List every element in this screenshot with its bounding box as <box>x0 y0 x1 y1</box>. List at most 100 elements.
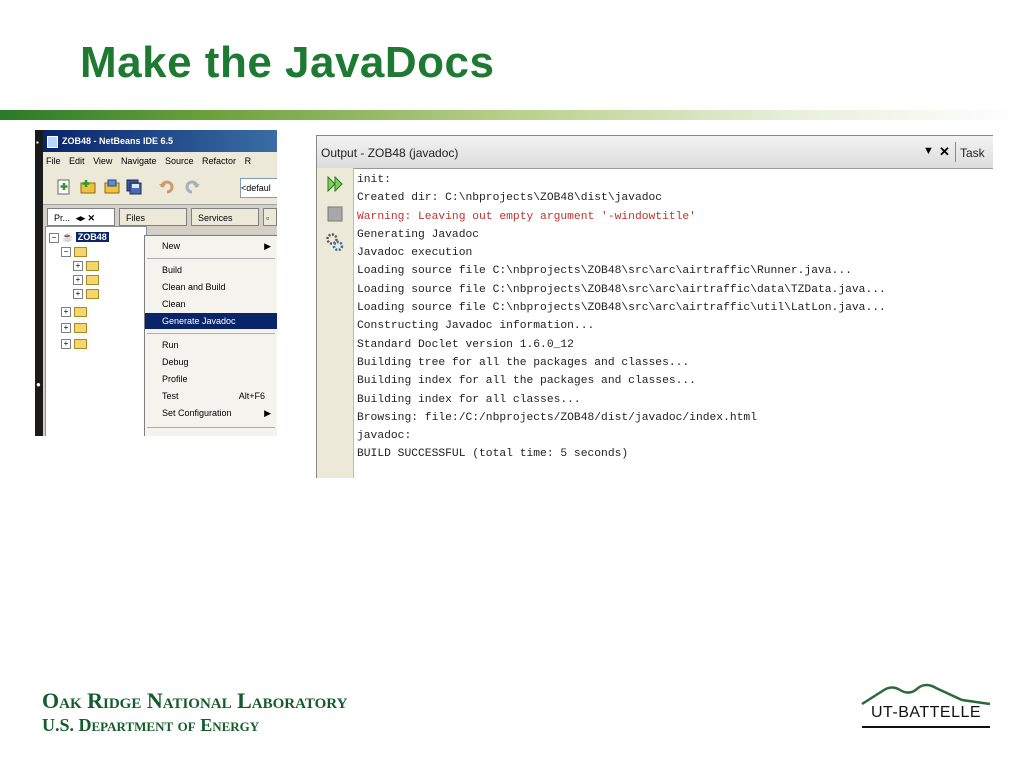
menu-item-debug[interactable]: Debug <box>145 354 277 370</box>
logo-underline <box>862 726 990 728</box>
log-line: javadoc: <box>357 430 412 443</box>
netbeans-app-icon <box>47 135 58 148</box>
expand-icon[interactable]: + <box>61 306 71 317</box>
tree-row[interactable]: + <box>61 336 87 350</box>
menu-item-label: Clean and Build <box>162 282 226 292</box>
menu-item-label: Test <box>162 391 179 401</box>
menu-separator <box>147 333 275 334</box>
settings-gears-icon[interactable] <box>325 232 345 252</box>
netbeans-titlebar[interactable]: ZOB48 - NetBeans IDE 6.5 <box>43 130 277 152</box>
configuration-combo[interactable]: <defaul <box>240 178 277 198</box>
tab-files[interactable]: Files <box>119 208 187 226</box>
tab-services[interactable]: Services <box>191 208 259 226</box>
new-file-icon[interactable] <box>55 178 73 196</box>
expand-icon[interactable]: + <box>61 338 71 349</box>
project-tree: − ☕ ZOB48 − + + + + + + <box>45 226 147 436</box>
footer-lab-name: Oak Ridge National Laboratory <box>42 688 348 713</box>
menu-item-new[interactable]: New ▶ <box>145 238 277 254</box>
output-log: init: Created dir: C:\nbprojects\ZOB48\d… <box>357 171 886 464</box>
open-project-icon[interactable] <box>103 178 121 196</box>
log-line: BUILD SUCCESSFUL (total time: 5 seconds) <box>357 448 629 461</box>
save-all-icon[interactable] <box>125 178 143 196</box>
desktop-icon: ● <box>36 380 41 389</box>
menu-item-clean-and-build[interactable]: Clean and Build <box>145 279 277 295</box>
tree-row-root[interactable]: − ☕ ZOB48 <box>49 230 109 244</box>
menu-item-label: New <box>162 241 181 251</box>
expand-icon[interactable]: + <box>73 274 83 285</box>
new-project-icon[interactable] <box>79 178 97 196</box>
tab-projects-label: Pr... <box>54 213 71 223</box>
tree-row[interactable]: + <box>73 272 99 286</box>
window-menu-icon[interactable]: ▼ <box>923 145 934 157</box>
main-toolbar: <defaul <box>43 170 277 205</box>
menu-item-run[interactable]: Run <box>145 337 277 353</box>
menu-item-build[interactable]: Build <box>145 262 277 278</box>
menu-source[interactable]: Source <box>165 156 194 166</box>
output-tab-title[interactable]: Output - ZOB48 (javadoc) <box>321 146 458 160</box>
menu-item-test[interactable]: Test Alt+F6 <box>145 388 277 404</box>
log-line: Loading source file C:\nbprojects\ZOB48\… <box>357 265 852 278</box>
redo-icon[interactable] <box>183 178 201 196</box>
tree-row[interactable]: + <box>61 320 87 334</box>
submenu-arrow-icon: ▶ <box>264 241 271 251</box>
folder-icon <box>74 322 87 333</box>
root-node-label: ZOB48 <box>75 232 109 242</box>
collapse-icon[interactable]: − <box>49 232 59 243</box>
menu-item-generate-javadoc[interactable]: Generate Javadoc <box>145 313 277 329</box>
window-title: ZOB48 - NetBeans IDE 6.5 <box>62 136 174 146</box>
folder-icon <box>74 306 87 317</box>
stop-icon[interactable] <box>325 204 345 224</box>
menu-navigate[interactable]: Navigate <box>121 156 157 166</box>
undo-icon[interactable] <box>158 178 176 196</box>
submenu-arrow-icon: ▶ <box>264 408 271 418</box>
menu-item-profile[interactable]: Profile <box>145 371 277 387</box>
expand-icon[interactable]: + <box>61 322 71 333</box>
menu-item-clean[interactable]: Clean <box>145 296 277 312</box>
tab-tasks[interactable]: Task <box>960 146 985 160</box>
output-side-toolbar <box>317 168 354 478</box>
menu-file[interactable]: File <box>46 156 61 166</box>
menu-run[interactable]: R <box>245 156 252 166</box>
tab-separator <box>955 142 956 162</box>
logo-text: UT-BATTELLE <box>870 704 982 721</box>
shortcut-label: Alt+F6 <box>238 391 265 401</box>
desktop-icon: ▪ <box>36 138 39 147</box>
output-window: Output - ZOB48 (javadoc) ▼ ✕ Task init: … <box>316 135 993 478</box>
mountain-logo-icon <box>861 683 991 706</box>
log-line: Loading source file C:\nbprojects\ZOB48\… <box>357 283 886 296</box>
collapse-icon[interactable]: − <box>61 246 71 257</box>
log-line: init: <box>357 174 391 186</box>
rerun-icon[interactable] <box>325 174 345 194</box>
log-line: Standard Doclet version 1.6.0_12 <box>357 338 574 351</box>
menu-separator <box>147 427 275 428</box>
menu-edit[interactable]: Edit <box>69 156 85 166</box>
expand-icon[interactable]: + <box>73 260 83 271</box>
menu-item-set-configuration[interactable]: Set Configuration ▶ <box>145 405 277 421</box>
menu-view[interactable]: View <box>93 156 112 166</box>
title-gradient-rule <box>0 110 1024 120</box>
close-icon[interactable]: ✕ <box>939 144 950 160</box>
expand-icon[interactable]: + <box>73 288 83 299</box>
tab-services-label: Services <box>198 213 233 223</box>
menu-item-label: Set Configuration <box>162 408 232 418</box>
close-icon[interactable]: ◂▸ ✕ <box>76 213 95 223</box>
navigator-icon[interactable]: ▫ <box>263 208 277 226</box>
footer-department: U.S. Department of Energy <box>42 715 260 735</box>
log-line: Constructing Javadoc information... <box>357 320 595 333</box>
menu-item-label: Debug <box>162 357 189 367</box>
tree-row[interactable]: + <box>73 258 99 272</box>
tree-row[interactable]: + <box>73 286 99 300</box>
menu-item-label: Build <box>162 265 183 275</box>
tab-projects[interactable]: Pr... ◂▸ ✕ <box>47 208 115 226</box>
log-line: Javadoc execution <box>357 247 473 260</box>
tree-row[interactable]: + <box>61 304 87 318</box>
output-header: Output - ZOB48 (javadoc) ▼ ✕ Task <box>317 136 993 169</box>
netbeans-screenshot: ▪ ● ZOB48 - NetBeans IDE 6.5 File Edit V… <box>35 130 277 436</box>
menu-separator <box>147 258 275 259</box>
menu-refactor[interactable]: Refactor <box>202 156 236 166</box>
tree-row[interactable]: − <box>61 244 87 258</box>
coffee-cup-icon: ☕ <box>62 232 74 242</box>
log-line: Created dir: C:\nbprojects\ZOB48\dist\ja… <box>357 192 663 205</box>
menu-item-label: Generate Javadoc <box>162 316 236 326</box>
menu-item-label: Clean <box>162 299 186 309</box>
